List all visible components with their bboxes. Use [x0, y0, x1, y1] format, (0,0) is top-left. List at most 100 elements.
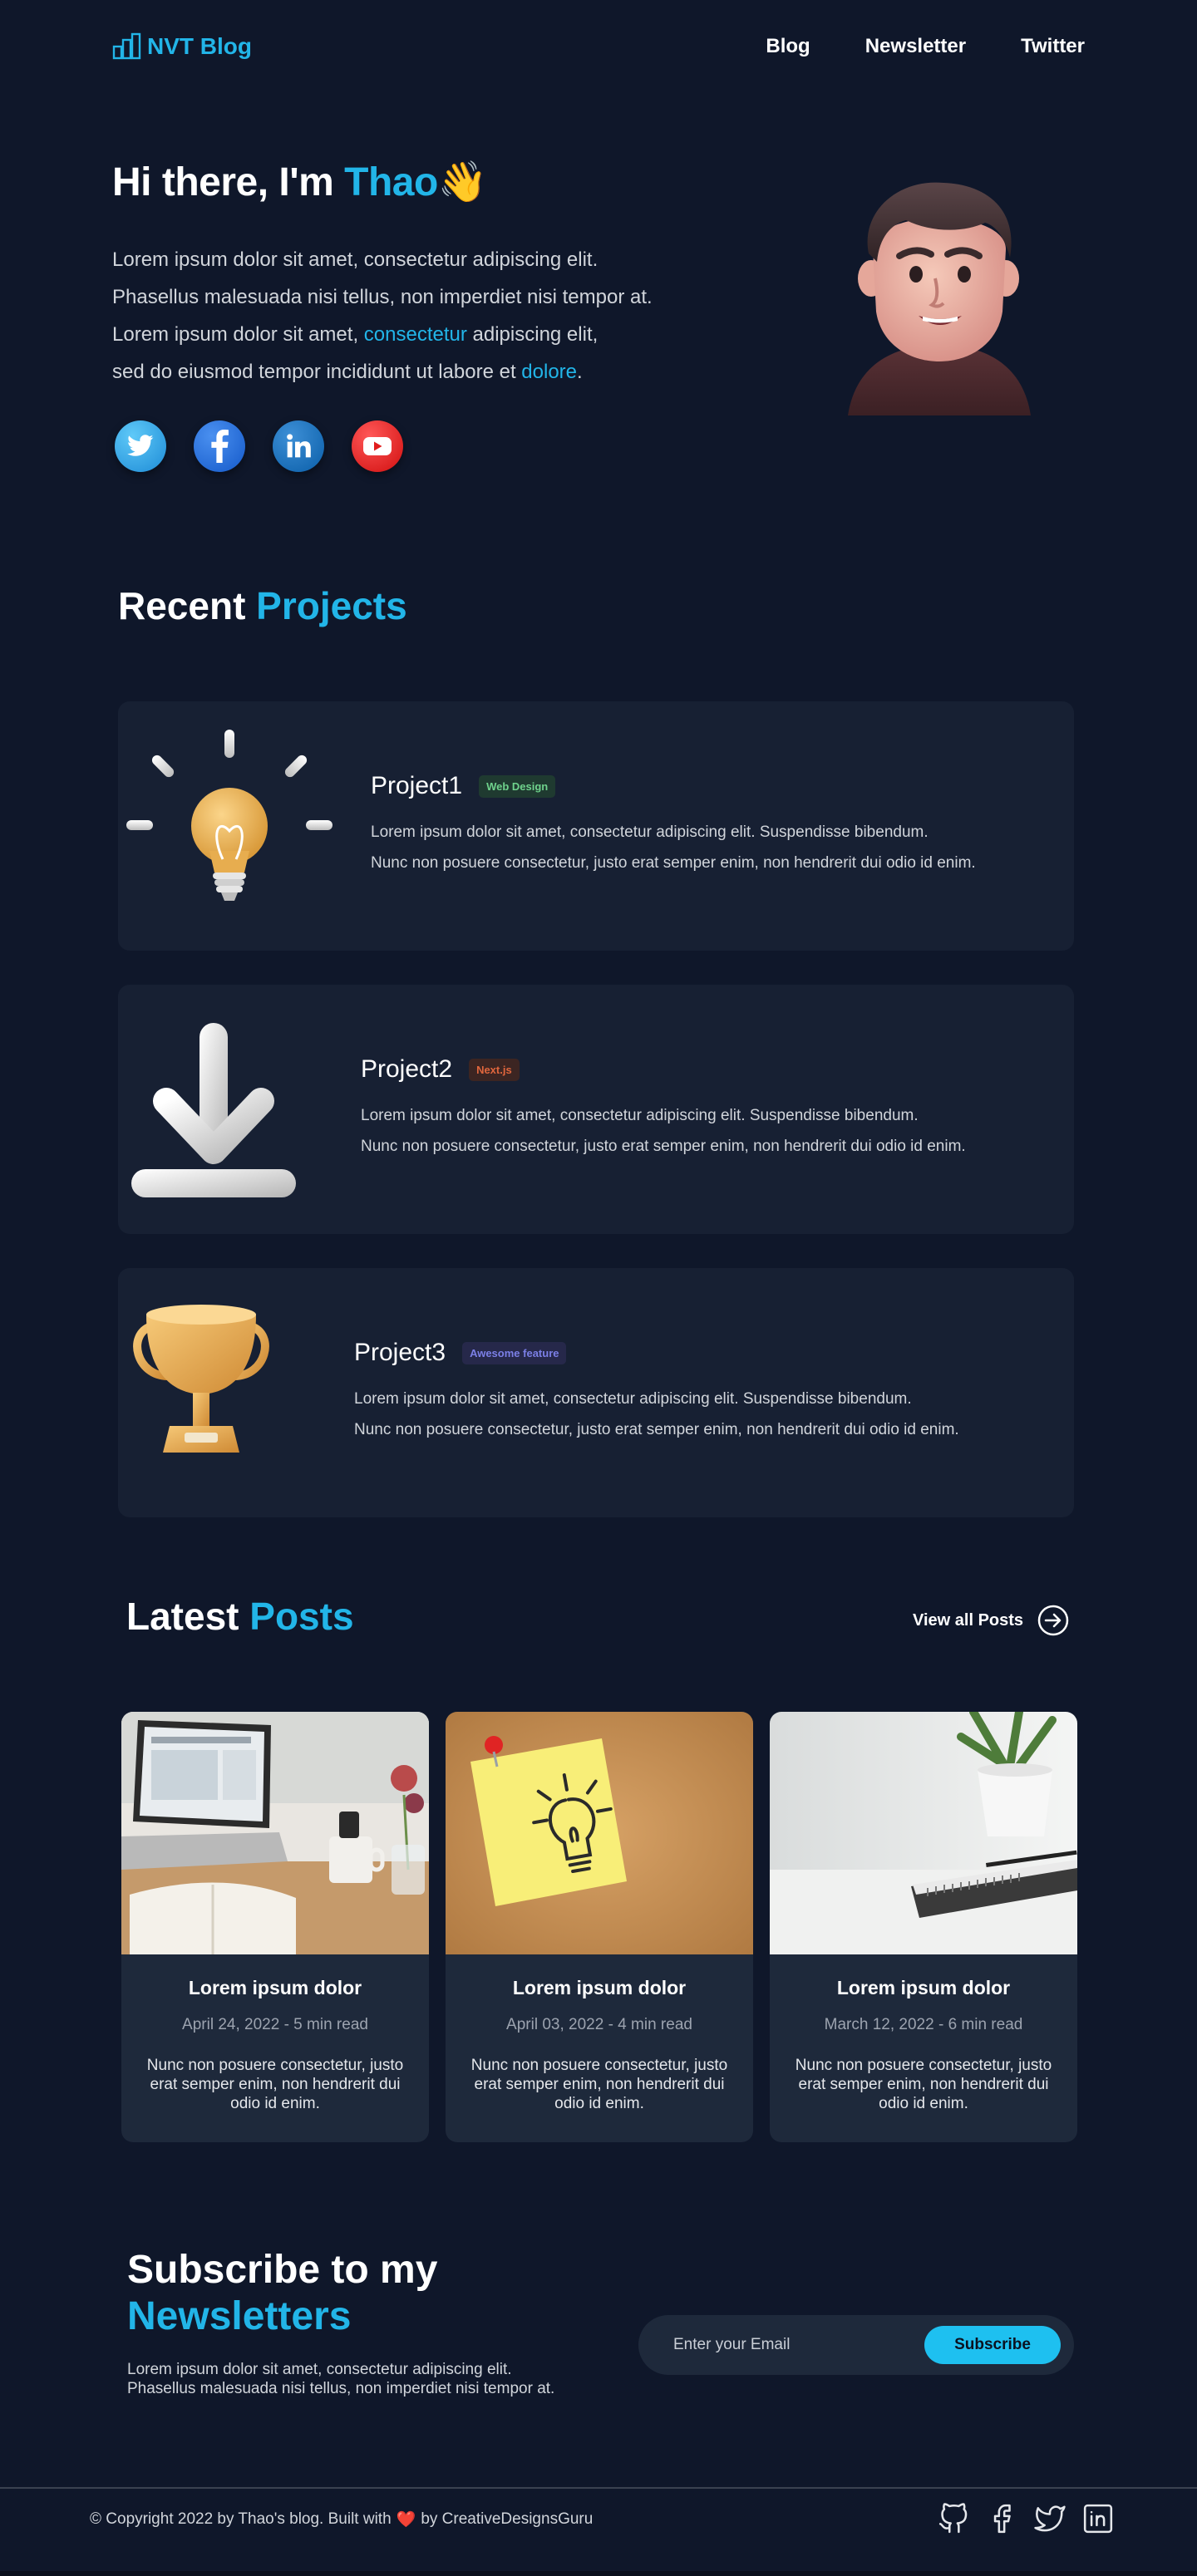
project-title-1: Project1: [371, 772, 463, 799]
linkedin-icon[interactable]: [273, 420, 324, 472]
hero-link-dolore[interactable]: dolore: [521, 361, 577, 383]
heart-icon: ❤️: [396, 2511, 416, 2529]
post-image-desk-plant: [770, 1712, 1077, 1954]
wave-icon: 👋: [437, 160, 488, 204]
hero-greeting: Hi there, I'm: [112, 160, 345, 204]
youtube-icon[interactable]: [352, 420, 403, 472]
project-head-2: Project2 Next.js: [361, 1055, 966, 1084]
subscribe-form: Subscribe: [638, 2315, 1074, 2375]
post-body-3: Lorem ipsum dolor March 12, 2022 - 6 min…: [770, 1959, 1077, 2113]
view-all-posts-link[interactable]: View all Posts: [913, 1604, 1070, 1637]
project-tag-2: Next.js: [469, 1058, 520, 1081]
posts-grid: Lorem ipsum dolor April 24, 2022 - 5 min…: [121, 1712, 1077, 2142]
project-desc-3-line-2: Nunc non posuere consectetur, justo erat…: [354, 1421, 959, 1438]
nav-link-blog[interactable]: Blog: [766, 35, 810, 58]
arrow-right-circle-icon: [1037, 1605, 1069, 1636]
project-desc-1-line-2: Nunc non posuere consectetur, justo erat…: [371, 854, 976, 872]
post-card-1[interactable]: Lorem ipsum dolor April 24, 2022 - 5 min…: [121, 1712, 429, 2142]
post-image-laptop: [121, 1712, 429, 1954]
post-body-1: Lorem ipsum dolor April 24, 2022 - 5 min…: [121, 1959, 429, 2113]
footer-social-links: [938, 2503, 1114, 2534]
projects-title-b: Projects: [256, 584, 407, 627]
github-icon[interactable]: [938, 2503, 969, 2534]
subscribe-button[interactable]: Subscribe: [924, 2326, 1061, 2364]
email-input[interactable]: [673, 2332, 906, 2358]
copyright-post: by CreativeDesignsGuru: [421, 2510, 594, 2528]
post-card-3[interactable]: Lorem ipsum dolor March 12, 2022 - 6 min…: [770, 1712, 1077, 2142]
post-meta-1: April 24, 2022 - 5 min read: [182, 2016, 368, 2033]
nav-links: Blog Newsletter Twitter: [766, 35, 1085, 58]
twitter-icon[interactable]: [1034, 2503, 1066, 2534]
subscribe-title-a: Subscribe to my: [127, 2248, 438, 2292]
project-desc-1-line-1: Lorem ipsum dolor sit amet, consectetur …: [371, 823, 929, 841]
project-card-1[interactable]: Project1 Web Design Lorem ipsum dolor si…: [118, 701, 1074, 951]
logo[interactable]: NVT Blog: [112, 32, 252, 61]
bar-chart-icon: [112, 32, 141, 60]
project-head-3: Project3 Awesome feature: [354, 1339, 959, 1367]
hero-intro: Lorem ipsum dolor sit amet, consectetur …: [112, 241, 744, 391]
post-text-2: Nunc non posuere consectetur, justo erat…: [470, 2057, 728, 2112]
posts-title-b: Posts: [249, 1595, 354, 1638]
project-title-3: Project3: [354, 1339, 446, 1366]
project-tag-1: Web Design: [479, 774, 556, 798]
hero-line-3-pre: Lorem ipsum dolor sit amet,: [112, 323, 364, 346]
subscribe-line-2: Phasellus malesuada nisi tellus, non imp…: [127, 2380, 555, 2397]
hero-link-consectetur[interactable]: consectetur: [364, 323, 467, 346]
facebook-icon[interactable]: [194, 420, 245, 472]
logo-text: NVT Blog: [147, 33, 252, 59]
copyright: © Copyright 2022 by Thao's blog. Built w…: [90, 2510, 593, 2529]
linkedin-icon[interactable]: [1082, 2503, 1114, 2534]
social-links: [115, 420, 403, 472]
post-meta-3: March 12, 2022 - 6 min read: [824, 2016, 1023, 2033]
project-desc-2-line-1: Lorem ipsum dolor sit amet, consectetur …: [361, 1107, 919, 1124]
post-text-1: Nunc non posuere consectetur, justo erat…: [146, 2057, 404, 2112]
projects-section-title: Recent Projects: [118, 583, 407, 628]
hero-line-1: Lorem ipsum dolor sit amet, consectetur …: [112, 248, 598, 271]
hero-name: Thao: [344, 160, 438, 204]
nav-link-twitter[interactable]: Twitter: [1021, 35, 1085, 58]
posts-title-a: Latest: [126, 1595, 250, 1638]
project-desc-1: Lorem ipsum dolor sit amet, consectetur …: [371, 817, 976, 878]
subscribe-title: Subscribe to my Newsletters: [127, 2247, 437, 2340]
hero-line-4: sed do eiusmod tempor incididunt ut labo…: [112, 353, 744, 391]
project-body-2: Project2 Next.js Lorem ipsum dolor sit a…: [361, 1055, 966, 1162]
subscribe-title-b: Newsletters: [127, 2294, 352, 2338]
project-card-3[interactable]: Project3 Awesome feature Lorem ipsum dol…: [118, 1268, 1074, 1517]
post-title-3: Lorem ipsum dolor: [836, 1977, 1011, 1998]
project-body-3: Project3 Awesome feature Lorem ipsum dol…: [354, 1339, 959, 1445]
nav-link-newsletter[interactable]: Newsletter: [865, 35, 966, 58]
post-image-sticky-note: [446, 1712, 753, 1954]
trophy-icon: [133, 1305, 269, 1453]
hero-title: Hi there, I'm Thao👋: [112, 158, 488, 205]
project-body-1: Project1 Web Design Lorem ipsum dolor si…: [371, 772, 976, 878]
project-desc-2: Lorem ipsum dolor sit amet, consectetur …: [361, 1100, 966, 1162]
hero-line-4-pre: sed do eiusmod tempor incididunt ut labo…: [112, 361, 522, 383]
copyright-pre: © Copyright 2022 by Thao's blog. Built w…: [90, 2510, 392, 2528]
hero-line-3: Lorem ipsum dolor sit amet, consectetur …: [112, 316, 744, 353]
view-all-label: View all Posts: [913, 1610, 1024, 1630]
hero-line-3-post: adipiscing elit,: [466, 323, 598, 346]
subscribe-description: Lorem ipsum dolor sit amet, consectetur …: [127, 2360, 626, 2398]
project-card-2[interactable]: Project2 Next.js Lorem ipsum dolor sit a…: [118, 985, 1074, 1234]
hero-line-2: Phasellus malesuada nisi tellus, non imp…: [112, 286, 653, 308]
project-desc-3: Lorem ipsum dolor sit amet, consectetur …: [354, 1384, 959, 1445]
twitter-icon[interactable]: [115, 420, 166, 472]
post-body-2: Lorem ipsum dolor April 03, 2022 - 4 min…: [446, 1959, 753, 2113]
post-title-1: Lorem ipsum dolor: [188, 1977, 362, 1998]
footer-divider: [0, 2487, 1197, 2489]
post-meta-2: April 03, 2022 - 4 min read: [506, 2016, 692, 2033]
project-tag-3: Awesome feature: [462, 1341, 567, 1364]
projects-title-a: Recent: [118, 584, 257, 627]
posts-section-title: Latest Posts: [126, 1594, 354, 1639]
post-card-2[interactable]: Lorem ipsum dolor April 03, 2022 - 4 min…: [446, 1712, 753, 2142]
project-desc-2-line-2: Nunc non posuere consectetur, justo erat…: [361, 1138, 966, 1155]
bottom-bar: [0, 2571, 1197, 2576]
subscribe-line-1: Lorem ipsum dolor sit amet, consectetur …: [127, 2361, 512, 2378]
facebook-icon[interactable]: [986, 2503, 1017, 2534]
post-title-2: Lorem ipsum dolor: [512, 1977, 687, 1998]
hero-line-4-post: .: [577, 361, 583, 383]
avatar: [848, 182, 1031, 415]
top-nav: NVT Blog Blog Newsletter Twitter: [112, 28, 1085, 65]
lightbulb-icon: [126, 730, 332, 901]
project-title-2: Project2: [361, 1055, 453, 1083]
